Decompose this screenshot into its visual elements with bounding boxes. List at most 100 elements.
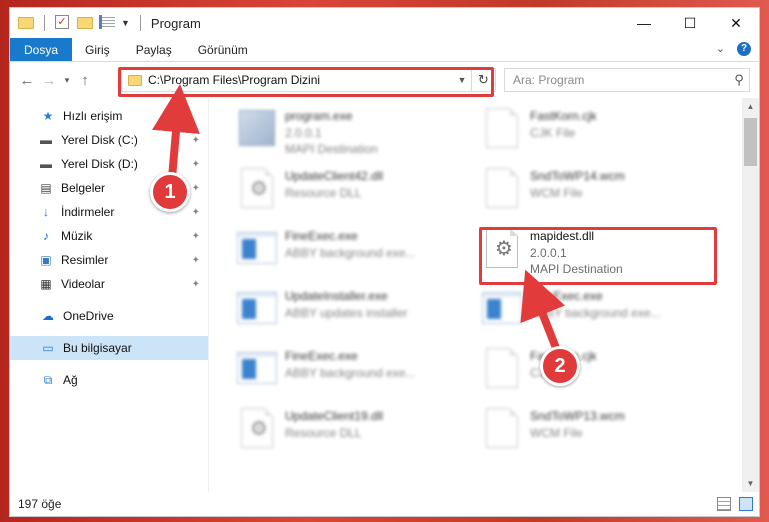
file-name: SndToWP13.wcm [530,409,625,423]
sidebar-item-local-disk-d[interactable]: ▬ Yerel Disk (D:) ✦ [10,152,208,176]
file-name: FineExec.exe [285,349,358,363]
blank-file-icon [482,408,522,452]
status-bar: 197 öğe [10,492,759,516]
dll-gear-icon: ⚙ [237,168,277,212]
chevron-down-icon[interactable]: ⌄ [716,42,725,56]
search-box[interactable]: Ara: Program ⚲ [504,68,750,92]
back-arrow-icon[interactable]: ← [16,72,38,89]
list-item[interactable]: ⚙ UpdateClient42.dll Resource DLL [237,168,467,224]
tab-gorunum[interactable]: Görünüm [185,38,261,61]
pin-icon[interactable]: ✦ [192,207,200,218]
file-version: 2.0.0.1 [285,125,322,140]
file-highlight-box [479,227,717,285]
file-list: program.exe 2.0.0.1 MAPI Destination ⚙ U… [209,98,759,492]
details-view-icon[interactable] [717,497,731,511]
search-icon[interactable]: ⚲ [729,72,749,88]
list-item[interactable]: SndToWP14.wcm WCM File [482,168,712,224]
folder-icon [18,15,34,31]
pin-icon[interactable]: ✦ [192,231,200,242]
sidebar-item-label: Hızlı erişim [63,109,123,123]
list-item[interactable]: FineExec.exe ABBY background exe... [237,348,467,404]
scroll-up-icon[interactable]: ▲ [742,98,759,115]
file-description: ABBY background exe... [285,245,416,260]
tab-dosya[interactable]: Dosya [10,38,73,61]
customize-toolbar-dropdown-icon[interactable]: ▼ [121,18,130,28]
maximize-button[interactable]: ☐ [667,8,713,38]
new-folder-icon[interactable] [77,15,93,31]
tab-giris[interactable]: Giriş [72,38,123,61]
up-arrow-icon[interactable]: ↑ [74,72,96,89]
item-count: 197 öğe [18,497,62,511]
sidebar-item-pictures[interactable]: ▣ Resimler ✦ [10,248,208,272]
window-title: Program [150,15,201,31]
sidebar-item-label: Müzik [61,229,93,243]
tiles-view-icon[interactable] [739,497,753,511]
pin-icon[interactable]: ✦ [192,183,200,194]
cloud-icon: ☁ [42,309,54,323]
sidebar-item-music[interactable]: ♪ Müzik ✦ [10,224,208,248]
sidebar-item-local-disk-c[interactable]: ▬ Yerel Disk (C:) ✦ [10,128,208,152]
app-window-icon [482,288,522,332]
list-item[interactable]: ⚙ UpdateClient19.dll Resource DLL [237,408,467,464]
vertical-scrollbar[interactable]: ▲ ▼ [742,98,759,492]
sidebar-item-videos[interactable]: ▦ Videolar ✦ [10,272,208,296]
address-highlight-box [118,67,494,97]
file-description: CJK File [530,125,576,140]
drive-icon: ▬ [40,157,52,171]
forward-arrow-icon[interactable]: → [38,72,60,89]
list-item[interactable]: program.exe 2.0.0.1 MAPI Destination [237,108,467,164]
list-item[interactable]: FineExec.exe ABBY background exe... [482,288,712,344]
document-icon: ▤ [40,181,52,195]
recent-locations-dropdown-icon[interactable]: ▾ [60,75,74,86]
list-item[interactable]: FineExec.exe ABBY background exe... [237,228,467,284]
sidebar-item-onedrive[interactable]: ☁ OneDrive [10,304,208,328]
music-note-icon: ♪ [43,229,49,243]
pin-icon[interactable]: ✦ [192,135,200,146]
step-badge-2: 2 [540,346,580,386]
list-item[interactable]: SndToWP13.wcm WCM File [482,408,712,464]
file-description: Resource DLL [285,425,362,440]
list-item[interactable]: UpdateInstaller.exe ABBY updates install… [237,288,467,344]
divider [44,15,45,31]
tab-paylas[interactable]: Paylaş [123,38,185,61]
title-bar: ✓ ▼ Program — ☐ ✕ [10,8,759,38]
minimize-button[interactable]: — [621,8,667,38]
file-name: FineExec.exe [285,229,358,243]
search-input[interactable]: Ara: Program [513,73,729,87]
scrollbar-thumb[interactable] [744,118,757,166]
properties-icon[interactable] [99,15,115,31]
sidebar-item-quick-access[interactable]: ★ Hızlı erişim [10,104,208,128]
list-item[interactable]: FastKorn.cjk CJK File [482,108,712,164]
exe-icon [237,108,277,152]
sidebar-item-label: Yerel Disk (D:) [61,157,138,171]
network-icon: ⧉ [43,372,53,387]
help-icon[interactable]: ? [737,42,751,56]
blank-file-icon [482,168,522,212]
file-description: MAPI Destination [285,142,378,156]
sidebar-item-label: Yerel Disk (C:) [61,133,138,147]
sidebar-item-label: İndirmeler [61,205,115,219]
file-description: Resource DLL [285,185,362,200]
pin-icon[interactable]: ✦ [192,255,200,266]
sidebar-item-label: Resimler [61,253,109,267]
sidebar-item-this-pc[interactable]: ▭ Bu bilgisayar [10,336,208,360]
blank-file-icon [482,348,522,392]
pin-icon[interactable]: ✦ [192,159,200,170]
file-name: FineExec.exe [530,289,603,303]
close-button[interactable]: ✕ [713,8,759,38]
navigation-pane: ★ Hızlı erişim ▬ Yerel Disk (C:) ✦ ▬ Yer… [10,98,209,492]
drive-icon: ▬ [40,133,52,147]
properties-check-icon[interactable]: ✓ [55,15,71,31]
file-name: FastKorn.cjk [530,109,597,123]
file-name: SndToWP14.wcm [530,169,625,183]
film-icon: ▦ [40,277,52,291]
file-name: UpdateClient42.dll [285,169,384,183]
sidebar-item-network[interactable]: ⧉ Ağ [10,368,208,392]
scroll-down-icon[interactable]: ▼ [742,475,759,492]
file-description: ABBY background exe... [285,365,416,380]
view-toggle [717,497,753,511]
sidebar-item-label: Bu bilgisayar [63,341,132,355]
window-controls: — ☐ ✕ [621,8,759,38]
pin-icon[interactable]: ✦ [192,279,200,290]
list-item[interactable]: FastKorn.cjk CJK File [482,348,712,404]
